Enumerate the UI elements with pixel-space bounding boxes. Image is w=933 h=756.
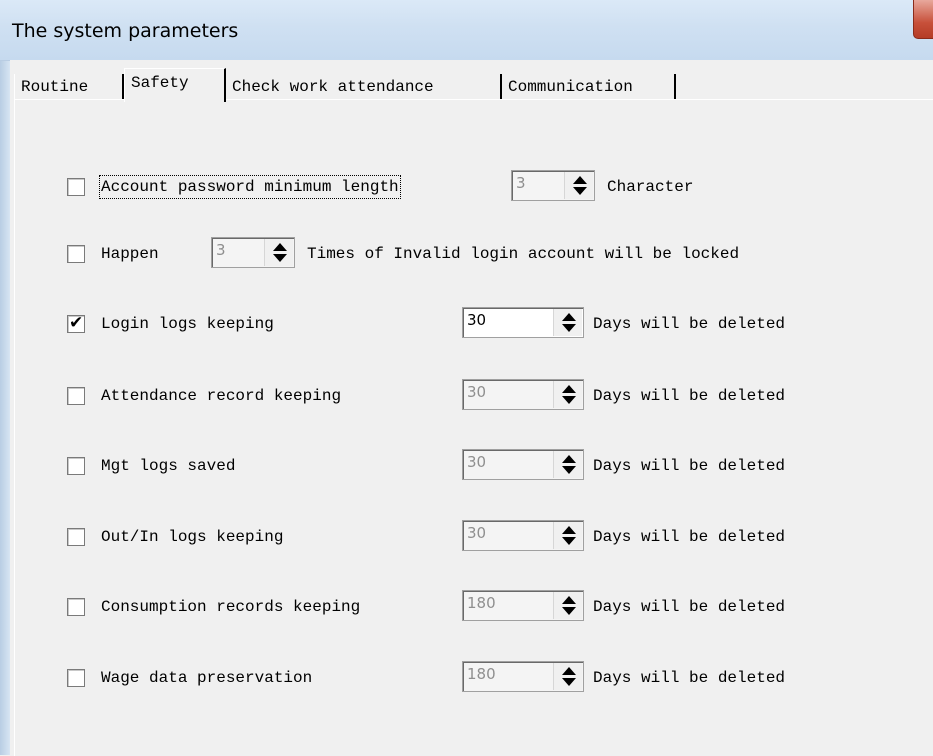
spin-up-icon[interactable] bbox=[573, 176, 587, 184]
tab-strip: Routine Safety Check work attendance Com… bbox=[10, 68, 933, 102]
attendance-record-checkbox[interactable] bbox=[67, 387, 85, 405]
out-in-logs-suffix: Days will be deleted bbox=[593, 528, 786, 546]
consumption-records-value: 180 bbox=[467, 594, 496, 612]
spin-up-icon[interactable] bbox=[562, 667, 576, 675]
password-min-value: 3 bbox=[516, 174, 526, 192]
wage-data-checkbox[interactable] bbox=[67, 669, 85, 687]
spin-up-icon[interactable] bbox=[562, 526, 576, 534]
out-in-logs-spin-buttons[interactable] bbox=[553, 522, 582, 549]
mgt-logs-spin-buttons[interactable] bbox=[553, 451, 582, 478]
password-min-spinner[interactable]: 3 bbox=[511, 170, 595, 201]
spin-down-icon[interactable] bbox=[273, 254, 287, 262]
wage-data-spinner[interactable]: 180 bbox=[462, 661, 584, 692]
mgt-logs-checkbox[interactable] bbox=[67, 457, 85, 475]
invalid-login-label: Happen bbox=[101, 245, 159, 263]
title-bar: The system parameters bbox=[0, 0, 933, 61]
invalid-login-suffix: Times of Invalid login account will be l… bbox=[307, 245, 740, 263]
consumption-records-label: Consumption records keeping bbox=[101, 598, 361, 616]
tab-routine-label: Routine bbox=[21, 78, 89, 96]
spin-down-icon[interactable] bbox=[562, 324, 576, 332]
tab-check-work-attendance[interactable]: Check work attendance bbox=[226, 74, 502, 100]
password-min-suffix: Character bbox=[607, 178, 694, 196]
consumption-records-suffix: Days will be deleted bbox=[593, 598, 786, 616]
password-min-checkbox[interactable] bbox=[67, 178, 85, 196]
consumption-records-spin-buttons[interactable] bbox=[553, 592, 582, 619]
window-frame-left bbox=[0, 0, 10, 755]
wage-data-suffix: Days will be deleted bbox=[593, 669, 786, 687]
spin-up-icon[interactable] bbox=[562, 313, 576, 321]
tab-safety[interactable]: Safety bbox=[124, 68, 226, 102]
attendance-record-label: Attendance record keeping bbox=[101, 387, 342, 405]
mgt-logs-label: Mgt logs saved bbox=[101, 457, 236, 475]
tab-routine[interactable]: Routine bbox=[14, 74, 124, 100]
consumption-records-spinner[interactable]: 180 bbox=[462, 590, 584, 621]
invalid-login-checkbox[interactable] bbox=[67, 245, 85, 263]
wage-data-row: Wage data preservation 180 Days will be … bbox=[15, 661, 933, 693]
login-logs-suffix: Days will be deleted bbox=[593, 315, 786, 333]
login-logs-value: 30 bbox=[467, 311, 487, 329]
mgt-logs-value: 30 bbox=[467, 453, 487, 471]
login-logs-checkbox[interactable]: ✔ bbox=[67, 313, 85, 333]
tab-communication-label: Communication bbox=[508, 78, 633, 96]
mgt-logs-row: Mgt logs saved 30 Days will be deleted bbox=[15, 449, 933, 481]
consumption-records-row: Consumption records keeping 180 Days wil… bbox=[15, 590, 933, 622]
attendance-record-spin-buttons[interactable] bbox=[553, 381, 582, 408]
out-in-logs-spinner[interactable]: 30 bbox=[462, 520, 584, 551]
spin-up-icon[interactable] bbox=[562, 455, 576, 463]
wage-data-spin-buttons[interactable] bbox=[553, 663, 582, 690]
login-logs-row: ✔ Login logs keeping 30 Days will be del… bbox=[15, 307, 933, 339]
spin-down-icon[interactable] bbox=[562, 466, 576, 474]
attendance-record-spinner[interactable]: 30 bbox=[462, 379, 584, 410]
dialog-client-area: Routine Safety Check work attendance Com… bbox=[10, 60, 933, 756]
tab-check-work-attendance-label: Check work attendance bbox=[232, 78, 434, 96]
spin-down-icon[interactable] bbox=[562, 678, 576, 686]
wage-data-value: 180 bbox=[467, 665, 496, 683]
wage-data-label: Wage data preservation bbox=[101, 669, 313, 687]
safety-tab-panel: Account password minimum length 3 Charac… bbox=[14, 99, 933, 756]
attendance-record-suffix: Days will be deleted bbox=[593, 387, 786, 405]
window-title: The system parameters bbox=[12, 20, 239, 42]
invalid-login-spinner[interactable]: 3 bbox=[211, 237, 295, 268]
close-window-button[interactable] bbox=[913, 0, 933, 39]
attendance-record-row: Attendance record keeping 30 Days will b… bbox=[15, 379, 933, 411]
check-mark-icon: ✔ bbox=[69, 313, 84, 333]
spin-up-icon[interactable] bbox=[562, 385, 576, 393]
invalid-login-spin-buttons[interactable] bbox=[264, 239, 293, 266]
spin-down-icon[interactable] bbox=[573, 187, 587, 195]
attendance-record-value: 30 bbox=[467, 383, 487, 401]
out-in-logs-value: 30 bbox=[467, 524, 487, 542]
mgt-logs-spinner[interactable]: 30 bbox=[462, 449, 584, 480]
spin-up-icon[interactable] bbox=[273, 243, 287, 251]
out-in-logs-label: Out/In logs keeping bbox=[101, 528, 284, 546]
password-min-spin-buttons[interactable] bbox=[564, 172, 593, 199]
login-logs-spinner[interactable]: 30 bbox=[462, 307, 584, 338]
mgt-logs-suffix: Days will be deleted bbox=[593, 457, 786, 475]
login-logs-spin-buttons[interactable] bbox=[553, 309, 582, 336]
consumption-records-checkbox[interactable] bbox=[67, 598, 85, 616]
spin-down-icon[interactable] bbox=[562, 607, 576, 615]
invalid-login-value: 3 bbox=[216, 241, 226, 259]
spin-up-icon[interactable] bbox=[562, 596, 576, 604]
login-logs-label: Login logs keeping bbox=[101, 315, 274, 333]
out-in-logs-row: Out/In logs keeping 30 Days will be dele… bbox=[15, 520, 933, 552]
spin-down-icon[interactable] bbox=[562, 537, 576, 545]
tab-safety-label: Safety bbox=[131, 74, 189, 92]
tab-communication[interactable]: Communication bbox=[502, 74, 676, 100]
password-min-label: Account password minimum length bbox=[99, 175, 401, 199]
spin-down-icon[interactable] bbox=[562, 396, 576, 404]
out-in-logs-checkbox[interactable] bbox=[67, 528, 85, 546]
password-min-row: Account password minimum length 3 Charac… bbox=[15, 170, 933, 202]
invalid-login-row: Happen 3 Times of Invalid login account … bbox=[15, 237, 933, 269]
